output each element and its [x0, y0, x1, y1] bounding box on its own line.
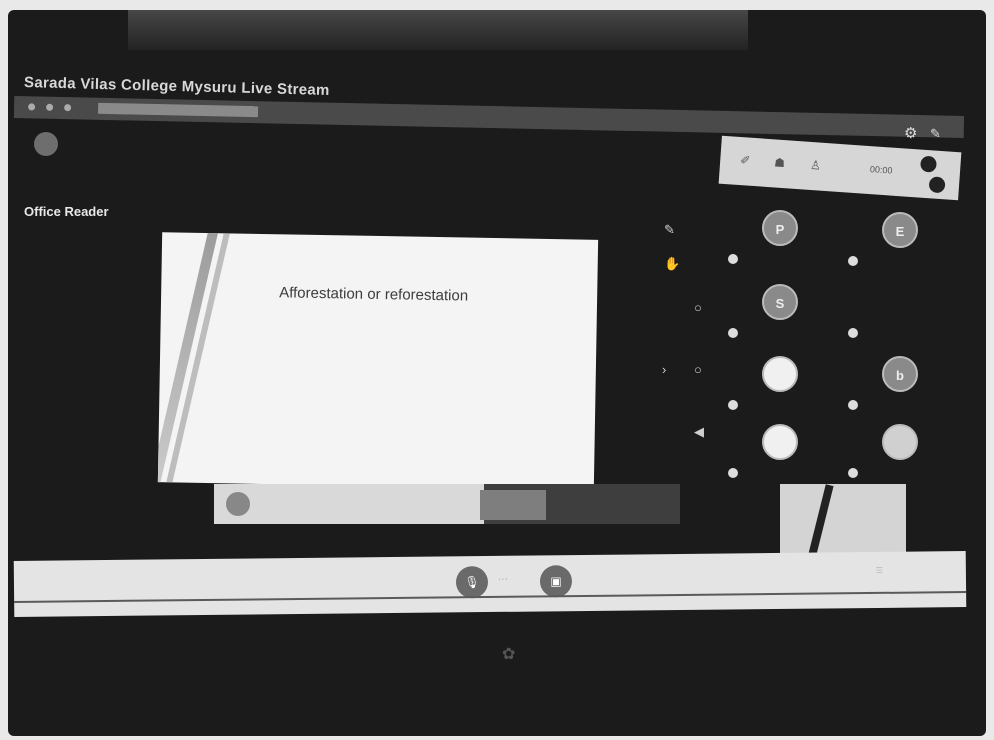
- slide-bullet-right: [408, 361, 568, 364]
- meeting-timer: 00:00: [869, 164, 893, 176]
- pen-icon[interactable]: ✐: [740, 153, 751, 168]
- avatar: P: [762, 210, 798, 246]
- slide-decoration: [157, 232, 222, 490]
- college-logo: [226, 492, 250, 516]
- presentation-slide: Afforestation or reforestation: [157, 232, 599, 490]
- hand-icon[interactable]: ✋: [664, 256, 680, 272]
- progress-line: [14, 591, 967, 603]
- avatar: [882, 424, 918, 460]
- back-icon[interactable]: [28, 103, 36, 111]
- microphone-icon[interactable]: 🎙: [455, 566, 489, 599]
- org-logo: [34, 132, 58, 156]
- participant-tile[interactable]: [726, 356, 846, 416]
- glare: [128, 10, 748, 50]
- record-dot-icon[interactable]: ○: [694, 300, 702, 315]
- self-video-thumbnail[interactable]: [780, 484, 906, 558]
- edit-icon[interactable]: ✎: [664, 222, 675, 238]
- slide-footer-button[interactable]: [480, 490, 546, 520]
- forward-icon[interactable]: [46, 103, 54, 111]
- slide-decoration: [160, 232, 234, 490]
- panel-toggle-icon[interactable]: ☰: [876, 566, 883, 575]
- person-icon[interactable]: ♙: [810, 158, 822, 173]
- share-icon[interactable]: ◀: [694, 424, 704, 440]
- bottom-toolbar: 🎙 ··· ▣ ☰: [13, 551, 967, 617]
- section-title: Office Reader: [24, 204, 109, 219]
- mic-status-icon: [848, 256, 858, 266]
- mic-status-icon: [848, 468, 858, 478]
- mic-status-icon: [848, 400, 858, 410]
- participant-tile[interactable]: [846, 284, 966, 344]
- people-icon[interactable]: ☗: [774, 155, 786, 170]
- avatar: [762, 424, 798, 460]
- desktop-app-icon[interactable]: ✿: [502, 644, 515, 664]
- next-icon[interactable]: ›: [662, 362, 666, 377]
- mic-status-icon: [728, 400, 738, 410]
- avatar: [882, 284, 918, 320]
- participant-tile[interactable]: P: [726, 210, 846, 270]
- gear-icon[interactable]: ⚙: [904, 124, 917, 142]
- circle-icon[interactable]: ○: [694, 362, 702, 377]
- more-icon[interactable]: ···: [498, 574, 508, 585]
- avatar: E: [882, 212, 918, 248]
- mic-status-icon: [728, 468, 738, 478]
- mic-status-icon: [848, 328, 858, 338]
- avatar: b: [882, 356, 918, 392]
- video-content: [806, 484, 834, 558]
- slide-title: Afforestation or reforestation: [279, 284, 469, 305]
- avatar: S: [762, 284, 798, 320]
- slide-footer-panel: [214, 484, 484, 524]
- camera-icon[interactable]: ▣: [539, 565, 573, 598]
- reload-icon[interactable]: [64, 104, 72, 112]
- slide-bullet-left: [216, 363, 376, 366]
- participant-tile[interactable]: b: [846, 356, 966, 416]
- avatar: [762, 356, 798, 392]
- participant-tile[interactable]: S: [726, 284, 846, 344]
- participant-tile[interactable]: E: [846, 212, 966, 272]
- end-call-icon[interactable]: [928, 176, 946, 194]
- mic-status-icon: [728, 254, 738, 264]
- participant-tile[interactable]: [726, 424, 846, 484]
- participant-tile[interactable]: [846, 424, 966, 484]
- mic-status-icon: [728, 328, 738, 338]
- record-icon[interactable]: [919, 155, 938, 173]
- slide-footer: [214, 484, 680, 524]
- pin-icon[interactable]: ✎: [930, 126, 941, 142]
- address-bar[interactable]: [97, 102, 259, 118]
